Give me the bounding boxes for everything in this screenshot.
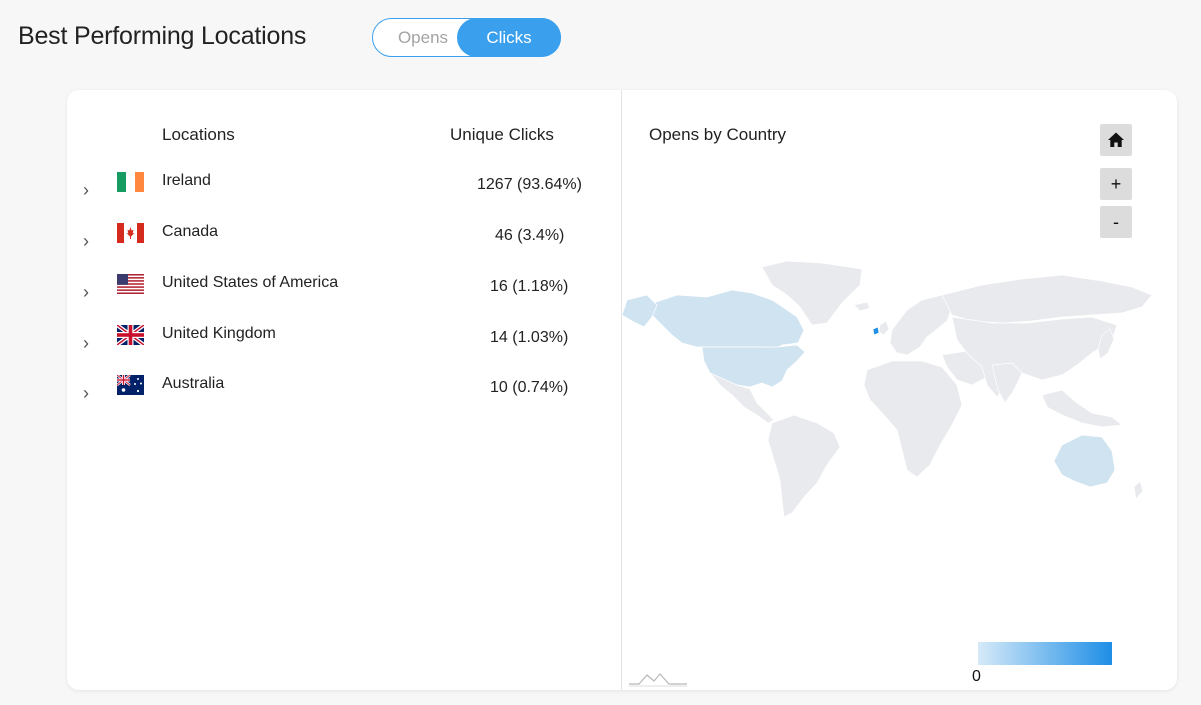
expand-chevron-icon[interactable]: ›	[83, 383, 89, 404]
map-region-europe	[889, 294, 953, 356]
map-home-button[interactable]	[1100, 124, 1132, 156]
uk-flag-icon	[117, 325, 144, 345]
world-map[interactable]	[622, 255, 1157, 525]
location-value: 1267 (93.64%)	[477, 176, 582, 193]
home-icon	[1108, 132, 1124, 147]
expand-chevron-icon[interactable]: ›	[83, 333, 89, 354]
map-country-canada	[646, 289, 805, 352]
page-title: Best Performing Locations	[18, 22, 307, 50]
map-country-uk	[878, 320, 890, 336]
australia-flag-icon	[117, 375, 144, 395]
map-country-new-zealand	[1133, 480, 1144, 500]
legend-color-scale	[978, 642, 1112, 665]
location-name: Ireland	[162, 172, 211, 189]
location-value: 10 (0.74%)	[490, 379, 569, 396]
table-row[interactable]: › Australia 10 (0.74%)	[67, 375, 621, 425]
map-region-asia	[951, 316, 1118, 398]
zoom-out-button[interactable]: -	[1100, 206, 1132, 238]
map-title: Opens by Country	[649, 125, 787, 144]
map-country-australia	[1053, 434, 1116, 488]
location-name: Australia	[162, 375, 225, 392]
location-value: 16 (1.18%)	[490, 278, 569, 295]
expand-chevron-icon[interactable]: ›	[83, 282, 89, 303]
map-country-india	[991, 362, 1023, 404]
map-region-africa	[863, 360, 963, 478]
location-name: United Kingdom	[162, 325, 276, 342]
map-region-south-america	[767, 414, 841, 518]
locations-card: Locations Unique Clicks › Ireland 1267 (…	[67, 90, 1177, 690]
map-region-russia	[941, 274, 1153, 324]
table-row[interactable]: › Canada 46 (3.4%)	[67, 223, 621, 273]
expand-chevron-icon[interactable]: ›	[83, 231, 89, 252]
location-value: 14 (1.03%)	[490, 329, 569, 346]
location-name: Canada	[162, 223, 219, 240]
location-name: United States of America	[162, 274, 339, 291]
map-region-southeast-asia	[1041, 389, 1123, 428]
table-row[interactable]: › United States of America 16 (1.18%)	[67, 274, 621, 324]
canada-flag-icon	[117, 223, 144, 243]
opens-clicks-toggle[interactable]: Opens Clicks	[372, 18, 561, 57]
toggle-clicks-option[interactable]: Clicks	[457, 18, 561, 57]
map-country-ireland	[872, 326, 880, 336]
zoom-in-button[interactable]: +	[1100, 168, 1132, 200]
location-value: 46 (3.4%)	[495, 227, 565, 244]
map-country-iceland	[853, 301, 871, 312]
expand-chevron-icon[interactable]: ›	[83, 180, 89, 201]
table-row[interactable]: › Ireland 1267 (93.64%)	[67, 172, 621, 222]
locations-header: Locations	[162, 125, 235, 144]
legend-min-label: 0	[972, 668, 981, 685]
table-row[interactable]: › United Kingdom 14 (1.03%)	[67, 325, 621, 375]
unique-clicks-header: Unique Clicks	[450, 125, 554, 144]
map-region-alaska	[622, 294, 658, 328]
usa-flag-icon	[117, 274, 144, 294]
chart-logo-icon	[629, 673, 687, 687]
ireland-flag-icon	[117, 172, 144, 192]
